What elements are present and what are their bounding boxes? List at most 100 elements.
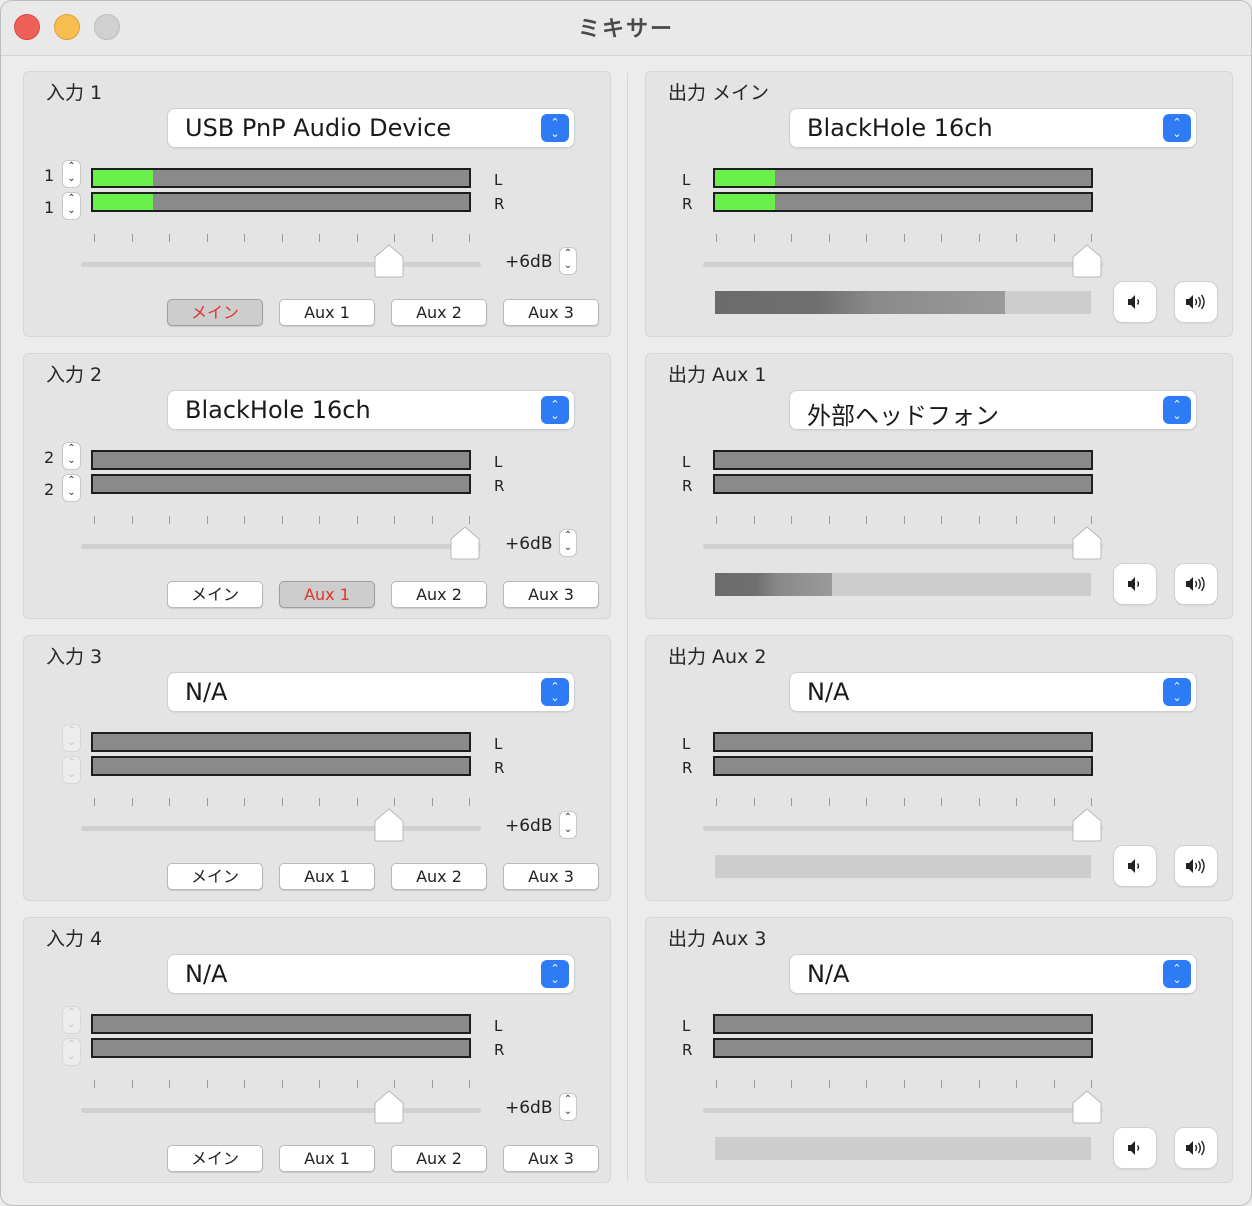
channel-right-number: 2 — [44, 480, 55, 499]
volume-down-button[interactable] — [1114, 846, 1156, 886]
route-button[interactable]: Aux 1 — [279, 863, 375, 890]
output-level-bar — [715, 573, 1091, 596]
route-button[interactable]: Aux 2 — [391, 299, 487, 326]
route-button[interactable]: Aux 1 — [279, 1145, 375, 1172]
gain-stepper[interactable]: ⌃ ⌄ — [560, 812, 576, 838]
channel-right-stepper[interactable]: ⌃ ⌄ — [63, 757, 80, 783]
volume-slider-track[interactable] — [703, 1108, 1103, 1113]
slider-ticks — [716, 1080, 1092, 1090]
slider-tick — [1016, 1080, 1017, 1088]
slider-tick — [1016, 234, 1017, 242]
channel-left-stepper[interactable]: ⌃ ⌄ — [63, 1007, 80, 1033]
volume-down-button[interactable] — [1114, 282, 1156, 322]
gain-label: +6dB — [505, 252, 553, 272]
output-device-select[interactable]: 外部ヘッドフォン ⌃ ⌄ — [790, 391, 1196, 430]
route-button[interactable]: Aux 3 — [503, 581, 599, 608]
label-left: L — [682, 171, 691, 189]
slider-thumb[interactable] — [374, 244, 404, 278]
level-meter-left — [91, 168, 471, 188]
level-meter-right — [91, 474, 471, 494]
slider-tick — [716, 516, 717, 524]
route-button[interactable]: Aux 3 — [503, 1145, 599, 1172]
gain-stepper[interactable]: ⌃ ⌄ — [560, 248, 576, 274]
slider-tick — [791, 516, 792, 524]
speaker-low-icon — [1126, 1140, 1144, 1156]
route-button[interactable]: メイン — [167, 1145, 263, 1172]
gain-stepper[interactable]: ⌃ ⌄ — [560, 530, 576, 556]
route-button[interactable]: Aux 1 — [279, 581, 375, 608]
slider-thumb[interactable] — [374, 1090, 404, 1124]
slider-thumb[interactable] — [1072, 526, 1102, 560]
meter-fill — [93, 170, 154, 186]
gain-slider-track[interactable] — [81, 826, 481, 831]
level-meter-right — [713, 474, 1093, 494]
slider-tick — [828, 798, 830, 806]
slider-tick — [716, 798, 717, 806]
channel-left-stepper[interactable]: ⌃ ⌄ — [63, 161, 80, 187]
slider-tick — [866, 798, 867, 806]
output-device-select[interactable]: N/A ⌃ ⌄ — [790, 955, 1196, 993]
speaker-low-icon — [1126, 858, 1144, 874]
slider-tick — [1016, 516, 1017, 524]
channel-right-stepper[interactable]: ⌃ ⌄ — [63, 1039, 80, 1065]
input-device-select[interactable]: BlackHole 16ch ⌃ ⌄ — [168, 391, 574, 429]
route-button[interactable]: Aux 2 — [391, 1145, 487, 1172]
volume-slider-track[interactable] — [703, 544, 1103, 549]
gain-stepper[interactable]: ⌃ ⌄ — [560, 1094, 576, 1120]
channel-right-stepper[interactable]: ⌃ ⌄ — [63, 193, 80, 219]
channel-right-stepper[interactable]: ⌃ ⌄ — [63, 475, 80, 501]
route-button[interactable]: Aux 1 — [279, 299, 375, 326]
channel-left-stepper[interactable]: ⌃ ⌄ — [63, 443, 80, 469]
level-meter-right — [713, 756, 1093, 776]
slider-thumb[interactable] — [1072, 1090, 1102, 1124]
gain-label: +6dB — [505, 816, 553, 836]
window-title: ミキサー — [577, 17, 674, 42]
slider-thumb[interactable] — [450, 526, 480, 560]
output-level-fill — [715, 573, 832, 596]
slider-tick — [356, 798, 358, 806]
gain-slider-track[interactable] — [81, 544, 481, 549]
volume-slider-track[interactable] — [703, 262, 1103, 267]
volume-up-button[interactable] — [1175, 564, 1217, 604]
route-button[interactable]: メイン — [167, 863, 263, 890]
slider-thumb[interactable] — [1072, 244, 1102, 278]
volume-up-button[interactable] — [1175, 846, 1217, 886]
gain-slider-track[interactable] — [81, 1108, 481, 1113]
route-button[interactable]: メイン — [167, 299, 263, 326]
slider-thumb[interactable] — [374, 808, 404, 842]
output-device-select[interactable]: BlackHole 16ch ⌃ ⌄ — [790, 109, 1196, 147]
level-meter-right — [713, 192, 1093, 212]
channel-left-stepper[interactable]: ⌃ ⌄ — [63, 725, 80, 751]
output-level-bar — [715, 855, 1091, 878]
route-button[interactable]: メイン — [167, 581, 263, 608]
slider-ticks — [716, 798, 1092, 808]
input-device-select[interactable]: N/A ⌃ ⌄ — [168, 955, 574, 993]
volume-up-button[interactable] — [1175, 1128, 1217, 1168]
meter-fill — [93, 194, 154, 210]
route-button[interactable]: Aux 2 — [391, 863, 487, 890]
device-name: 外部ヘッドフォン — [807, 402, 999, 430]
device-name: BlackHole 16ch — [807, 114, 993, 142]
slider-tick — [94, 798, 95, 806]
slider-tick — [244, 798, 245, 806]
gain-slider-track[interactable] — [81, 262, 481, 267]
volume-up-button[interactable] — [1175, 282, 1217, 322]
slider-tick — [866, 1080, 867, 1088]
volume-slider-track[interactable] — [703, 826, 1103, 831]
slider-tick — [431, 234, 433, 242]
volume-down-button[interactable] — [1114, 1128, 1156, 1168]
route-button[interactable]: Aux 3 — [503, 863, 599, 890]
level-meter-left — [713, 732, 1093, 752]
input-device-select[interactable]: N/A ⌃ ⌄ — [168, 673, 574, 711]
slider-tick — [169, 516, 170, 524]
slider-tick — [903, 234, 905, 242]
input-device-select[interactable]: USB PnP Audio Device ⌃ ⌄ — [168, 109, 574, 147]
volume-down-button[interactable] — [1114, 564, 1156, 604]
slider-ticks — [94, 798, 470, 808]
route-button[interactable]: Aux 3 — [503, 299, 599, 326]
slider-tick — [978, 798, 980, 806]
route-button[interactable]: Aux 2 — [391, 581, 487, 608]
level-meter-left — [91, 732, 471, 752]
slider-thumb[interactable] — [1072, 808, 1102, 842]
output-device-select[interactable]: N/A ⌃ ⌄ — [790, 673, 1196, 711]
